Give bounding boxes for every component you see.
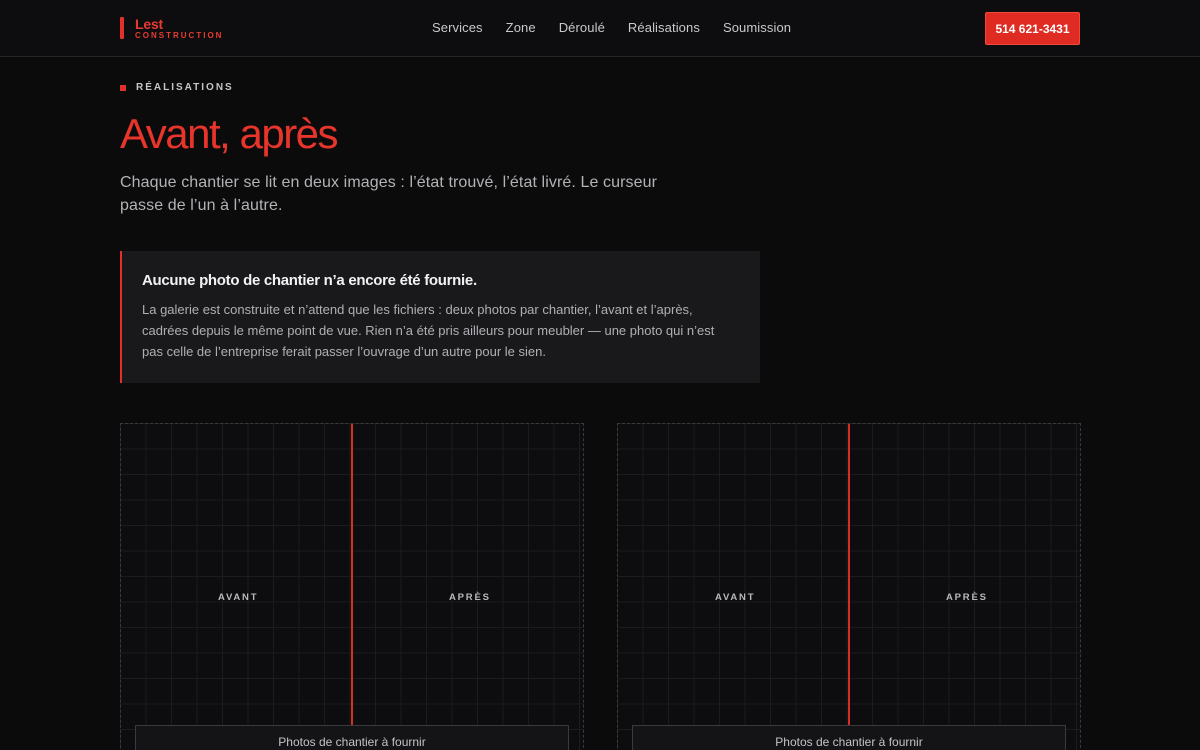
- after-label: APRÈS: [449, 592, 491, 603]
- nav-link-realisations[interactable]: Réalisations: [628, 20, 700, 35]
- section-eyebrow: RÉALISATIONS: [120, 82, 234, 93]
- after-label: APRÈS: [946, 592, 988, 603]
- eyebrow-label: RÉALISATIONS: [136, 82, 234, 93]
- nav-link-zone[interactable]: Zone: [506, 20, 536, 35]
- before-after-slider[interactable]: AVANT APRÈS Photos de chantier à fournir: [617, 423, 1081, 750]
- nav-link-soumission[interactable]: Soumission: [723, 20, 791, 35]
- page-title: Avant, après: [120, 110, 339, 157]
- section-lede: Chaque chantier se lit en deux images : …: [120, 174, 658, 214]
- placeholder-caption: Photos de chantier à fournir: [135, 725, 569, 750]
- notice-box: Aucune photo de chantier n’a encore été …: [120, 251, 760, 383]
- before-label: AVANT: [715, 592, 756, 603]
- placeholder-caption: Photos de chantier à fournir: [632, 725, 1066, 750]
- main-nav: Services Zone Déroulé Réalisations Soumi…: [432, 20, 791, 35]
- phone-button[interactable]: 514 621-3431: [985, 12, 1080, 45]
- before-after-slider[interactable]: AVANT APRÈS Photos de chantier à fournir: [120, 423, 584, 750]
- logo-subtitle: CONSTRUCTION: [135, 30, 224, 40]
- nav-link-services[interactable]: Services: [432, 20, 483, 35]
- logo-mark: [120, 17, 124, 39]
- site-header: Lest CONSTRUCTION Services Zone Déroulé …: [0, 0, 1200, 57]
- logo-name: Lest: [135, 15, 163, 32]
- slider-handle[interactable]: [351, 424, 353, 725]
- notice-body: La galerie est construite et n’attend qu…: [142, 302, 715, 359]
- nav-link-deroule[interactable]: Déroulé: [559, 20, 605, 35]
- site-logo[interactable]: Lest CONSTRUCTION: [120, 17, 223, 39]
- before-label: AVANT: [218, 592, 259, 603]
- slider-handle[interactable]: [848, 424, 850, 725]
- eyebrow-marker: [120, 84, 126, 91]
- notice-title: Aucune photo de chantier n’a encore été …: [142, 272, 477, 289]
